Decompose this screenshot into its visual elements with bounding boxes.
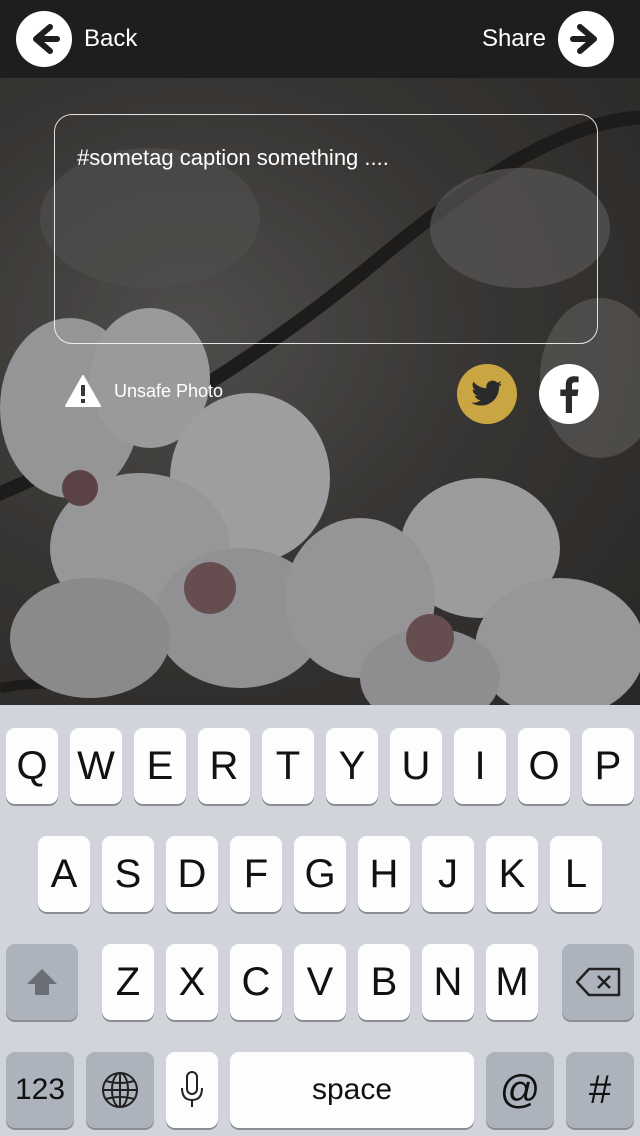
unsafe-photo-label: Unsafe Photo (114, 380, 224, 401)
forward-arrow-icon (558, 11, 614, 67)
delete-key[interactable] (562, 944, 634, 1020)
caption-input[interactable]: #sometag caption something .... (54, 114, 598, 344)
key-c[interactable]: C (230, 944, 282, 1020)
navigation-bar: Back Share (0, 0, 640, 78)
key-q[interactable]: Q (6, 728, 58, 804)
key-p[interactable]: P (582, 728, 634, 804)
key-e[interactable]: E (134, 728, 186, 804)
backspace-icon (575, 967, 621, 997)
key-y[interactable]: Y (326, 728, 378, 804)
numbers-key[interactable]: 123 (6, 1052, 74, 1128)
key-i[interactable]: I (454, 728, 506, 804)
back-button[interactable]: Back (16, 10, 137, 68)
twitter-icon (471, 380, 502, 406)
shift-key[interactable] (6, 944, 78, 1020)
key-f[interactable]: F (230, 836, 282, 912)
key-o[interactable]: O (518, 728, 570, 804)
photo-preview: #sometag caption something .... Unsafe P… (0, 78, 640, 705)
twitter-button[interactable] (457, 364, 517, 424)
microphone-icon (181, 1071, 203, 1107)
key-s[interactable]: S (102, 836, 154, 912)
keyboard: Q W E R T Y U I O P A S D F G H J K L Z … (0, 705, 640, 1136)
key-r[interactable]: R (198, 728, 250, 804)
share-button[interactable]: Share (482, 10, 614, 68)
key-w[interactable]: W (70, 728, 122, 804)
key-v[interactable]: V (294, 944, 346, 1020)
back-arrow-icon (16, 11, 72, 67)
key-u[interactable]: U (390, 728, 442, 804)
space-key[interactable]: space (230, 1052, 474, 1128)
back-label: Back (84, 25, 138, 52)
key-g[interactable]: G (294, 836, 346, 912)
shift-icon (27, 969, 57, 995)
at-key[interactable]: @ (486, 1052, 554, 1128)
key-b[interactable]: B (358, 944, 410, 1020)
key-m[interactable]: M (486, 944, 538, 1020)
unsafe-photo-toggle[interactable]: Unsafe Photo (64, 374, 223, 408)
key-n[interactable]: N (422, 944, 474, 1020)
share-label: Share (481, 25, 546, 52)
key-x[interactable]: X (166, 944, 218, 1020)
caption-text: #sometag caption something .... (77, 145, 389, 170)
facebook-button[interactable] (539, 364, 599, 424)
hash-key[interactable]: # (566, 1052, 634, 1128)
globe-key[interactable] (86, 1052, 154, 1128)
dictation-key[interactable] (166, 1052, 218, 1128)
key-t[interactable]: T (262, 728, 314, 804)
key-a[interactable]: A (38, 836, 90, 912)
warning-icon (65, 375, 101, 407)
key-k[interactable]: K (486, 836, 538, 912)
key-l[interactable]: L (550, 836, 602, 912)
facebook-icon (560, 376, 579, 413)
key-h[interactable]: H (358, 836, 410, 912)
key-z[interactable]: Z (102, 944, 154, 1020)
globe-icon (102, 1072, 138, 1108)
key-d[interactable]: D (166, 836, 218, 912)
key-j[interactable]: J (422, 836, 474, 912)
